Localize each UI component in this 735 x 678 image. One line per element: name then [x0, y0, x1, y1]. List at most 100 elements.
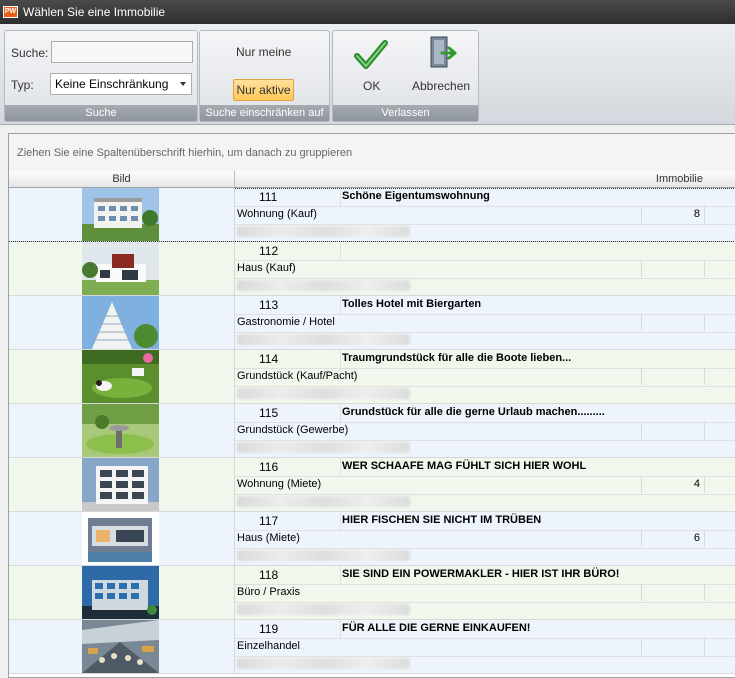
- property-number: 119: [259, 622, 279, 636]
- image-cell: [9, 296, 235, 349]
- chevron-down-icon: [180, 82, 186, 86]
- table-row[interactable]: 111 Schöne Eigentumswohnung Wohnung (Kauf)…: [9, 188, 735, 242]
- redacted-address: [237, 442, 410, 453]
- redacted-address: [237, 496, 410, 507]
- property-grid: Ziehen Sie eine Spaltenüberschrift hierh…: [8, 133, 735, 678]
- restrict-group: Nur meine Nur aktive Suche einschränken …: [199, 30, 330, 122]
- property-type: Grundstück (Kauf/Pacht): [237, 370, 358, 382]
- property-thumbnail: [82, 296, 159, 349]
- only-mine-button[interactable]: Nur meine: [236, 45, 291, 59]
- row-divider: [235, 386, 735, 387]
- checkmark-icon: [354, 40, 388, 69]
- search-input[interactable]: [51, 41, 193, 63]
- property-type: Wohnung (Miete): [237, 478, 322, 490]
- row-divider: [235, 548, 735, 549]
- cancel-button[interactable]: Abbrechen: [405, 35, 475, 97]
- property-thumbnail: [82, 620, 159, 673]
- property-count: [641, 368, 705, 385]
- table-row[interactable]: 118 SIE SIND EIN POWERMAKLER - HIER IST I…: [9, 566, 735, 620]
- restrict-group-caption: Suche einschränken auf: [200, 105, 329, 121]
- image-cell: [9, 404, 235, 457]
- property-count: 4: [641, 476, 705, 493]
- row-divider: [235, 494, 735, 495]
- table-row[interactable]: 116 WER SCHAAFE MAG FÜHLT SICH HIER WOHL W…: [9, 458, 735, 512]
- table-row[interactable]: 112 Haus (Kauf): [9, 242, 735, 296]
- property-count: [641, 260, 705, 277]
- property-thumbnail: [82, 458, 159, 511]
- property-title: WER SCHAAFE MAG FÜHLT SICH HIER WOHL: [342, 460, 587, 472]
- table-row[interactable]: 117 HIER FISCHEN SIE NICHT IM TRÜBEN Haus …: [9, 512, 735, 566]
- type-select[interactable]: Keine Einschränkung: [50, 73, 192, 95]
- search-label: Suche:: [11, 46, 49, 60]
- property-count: [641, 638, 705, 655]
- property-count: [641, 422, 705, 439]
- app-logo-icon: PW: [3, 6, 18, 18]
- group-by-panel[interactable]: Ziehen Sie eine Spaltenüberschrift hierh…: [9, 134, 735, 172]
- redacted-address: [237, 658, 410, 669]
- row-divider: [235, 440, 735, 441]
- type-label: Typ:: [11, 78, 34, 92]
- redacted-address: [237, 334, 410, 345]
- property-thumbnail: [82, 242, 159, 295]
- title-bar: PW Wählen Sie eine Immobilie: [0, 0, 735, 24]
- property-number: 111: [259, 190, 278, 204]
- property-number: 116: [259, 460, 279, 474]
- column-header-property[interactable]: Immobilie: [235, 171, 735, 188]
- table-row[interactable]: 113 Tolles Hotel mit Biergarten Gastronomi…: [9, 296, 735, 350]
- property-title: HIER FISCHEN SIE NICHT IM TRÜBEN: [342, 514, 542, 526]
- cell-divider: [340, 350, 341, 368]
- property-type: Grundstück (Gewerbe): [237, 424, 349, 436]
- redacted-address: [237, 604, 410, 615]
- redacted-address: [237, 550, 410, 561]
- row-divider: [235, 656, 735, 657]
- property-count: [641, 314, 705, 331]
- window-title: Wählen Sie eine Immobilie: [23, 5, 166, 19]
- property-type: Wohnung (Kauf): [237, 208, 317, 220]
- redacted-address: [237, 388, 410, 399]
- property-number: 117: [259, 514, 279, 528]
- cell-divider: [340, 566, 341, 584]
- table-row[interactable]: 119 FÜR ALLE DIE GERNE EINKAUFEN! Einzelha…: [9, 620, 735, 674]
- property-title: Schöne Eigentumswohnung: [342, 190, 490, 202]
- cell-divider: [340, 620, 341, 638]
- row-divider: [235, 602, 735, 603]
- ok-button[interactable]: OK: [347, 35, 395, 97]
- property-number: 118: [259, 568, 279, 582]
- property-type: Haus (Miete): [237, 532, 300, 544]
- table-row[interactable]: 114 Traumgrundstück für alle die Boote li…: [9, 350, 735, 404]
- property-thumbnail: [82, 188, 159, 241]
- table-row[interactable]: 115 Grundstück für alle die gerne Urlaub …: [9, 404, 735, 458]
- property-type: Haus (Kauf): [237, 262, 296, 274]
- property-number: 114: [259, 352, 279, 366]
- row-divider: [235, 224, 735, 225]
- property-type: Büro / Praxis: [237, 586, 300, 598]
- search-group: Suche: Typ: Keine Einschränkung Suche: [4, 30, 198, 122]
- image-cell: [9, 242, 235, 295]
- property-number: 112: [259, 244, 279, 258]
- row-divider: [235, 332, 735, 333]
- property-title: Traumgrundstück für alle die Boote liebe…: [342, 352, 572, 364]
- cell-divider: [340, 404, 341, 422]
- property-title: SIE SIND EIN POWERMAKLER - HIER IST IHR …: [342, 568, 620, 580]
- property-title: Grundstück für alle die gerne Urlaub mac…: [342, 406, 605, 418]
- property-thumbnail: [82, 566, 159, 619]
- property-type: Einzelhandel: [237, 640, 300, 652]
- type-select-value: Keine Einschränkung: [55, 77, 169, 91]
- only-active-button[interactable]: Nur aktive: [233, 79, 294, 101]
- cancel-label: Abbrechen: [412, 79, 471, 93]
- image-cell: [9, 512, 235, 565]
- property-thumbnail: [82, 350, 159, 403]
- property-title: Tolles Hotel mit Biergarten: [342, 298, 482, 310]
- image-cell: [9, 350, 235, 403]
- cell-divider: [340, 188, 341, 206]
- property-number: 113: [259, 298, 279, 312]
- property-count: 6: [641, 530, 705, 547]
- ribbon: Suche: Typ: Keine Einschränkung Suche Nu…: [0, 24, 735, 125]
- column-header-image[interactable]: Bild: [9, 171, 235, 188]
- exit-door-icon: [430, 36, 457, 68]
- property-thumbnail: [82, 404, 159, 457]
- search-group-caption: Suche: [5, 105, 197, 121]
- redacted-address: [237, 280, 410, 291]
- property-count: 8: [641, 206, 705, 223]
- redacted-address: [237, 226, 410, 237]
